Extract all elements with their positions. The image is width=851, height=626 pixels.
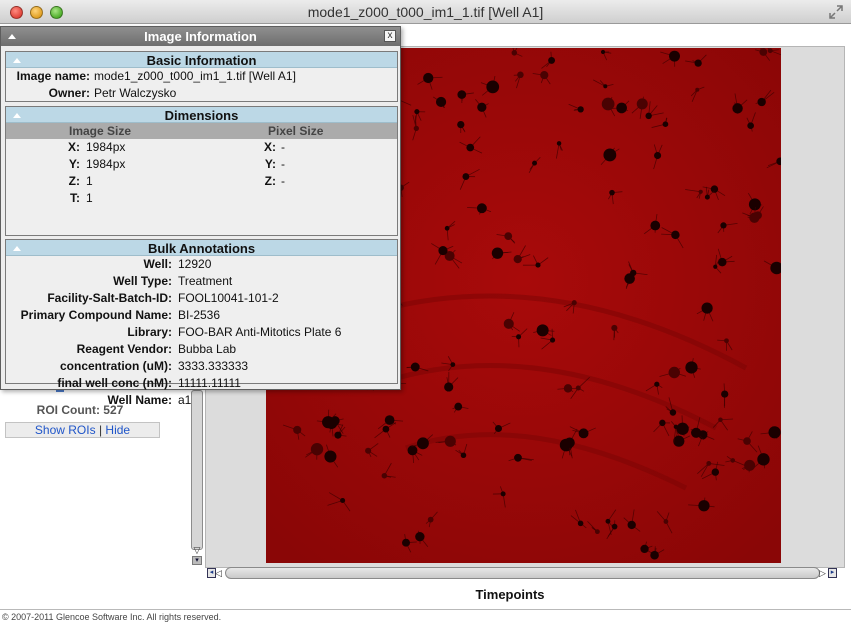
- image-name-row: Image name: mode1_z000_t000_im1_1.tif [W…: [6, 68, 397, 85]
- time-prev-icon[interactable]: ◁: [215, 568, 224, 578]
- annotation-row: Well: 12920: [6, 256, 397, 273]
- image-size-value: 1: [86, 191, 93, 205]
- dim-row: T: 1: [6, 190, 397, 207]
- annotation-label: concentration (uM):: [60, 359, 172, 373]
- section-header[interactable]: Bulk Annotations: [6, 240, 397, 256]
- annotation-label: Library:: [127, 325, 172, 339]
- panel-header[interactable]: Image Information x: [1, 27, 400, 46]
- pixel-size-header: Pixel Size: [268, 124, 324, 138]
- z-slider-step-icon[interactable]: ▾: [192, 556, 202, 565]
- pixel-size-label: Y:: [264, 157, 276, 171]
- image-size-value: 1984px: [86, 157, 126, 171]
- dimensions-column-header: Image Size Pixel Size: [6, 123, 397, 139]
- image-size-label: T:: [70, 191, 80, 205]
- annotation-value: 12920: [178, 257, 212, 271]
- image-information-panel[interactable]: Image Information x Basic Information Im…: [0, 26, 401, 407]
- image-size-label: X:: [68, 140, 80, 154]
- roi-links-bar: Show ROIs | Hide: [5, 422, 160, 438]
- image-size-value: 1: [86, 174, 93, 188]
- annotation-row: Well Name: a1: [6, 392, 397, 409]
- window-titlebar: mode1_z000_t000_im1_1.tif [Well A1]: [0, 0, 851, 24]
- timepoints-label: Timepoints: [475, 587, 545, 602]
- annotation-row: final well conc (nM): 11111.11111: [6, 375, 397, 392]
- annotation-value: a1: [178, 393, 192, 407]
- annotation-label: Reagent Vendor:: [76, 342, 172, 356]
- annotation-row: Well Type: Treatment: [6, 273, 397, 290]
- owner-row: Owner: Petr Walczysko: [6, 85, 397, 102]
- field-value: mode1_z000_t000_im1_1.tif [Well A1]: [94, 69, 296, 83]
- section-title: Bulk Annotations: [147, 241, 256, 256]
- roi-link-separator: |: [98, 423, 103, 437]
- pixel-size-value: -: [281, 174, 285, 188]
- annotation-row: Primary Compound Name: BI-2536: [6, 307, 397, 324]
- annotation-value: 3333.333333: [178, 359, 249, 373]
- image-size-header: Image Size: [69, 124, 132, 138]
- field-label: Image name:: [16, 69, 90, 83]
- field-value: Petr Walczysko: [94, 86, 177, 100]
- annotation-row: Reagent Vendor: Bubba Lab: [6, 341, 397, 358]
- annotation-value: 11111.11111: [178, 376, 241, 390]
- z-slider-down-icon[interactable]: ▽: [191, 545, 203, 555]
- panel-title: Image Information: [144, 29, 257, 44]
- z-slider-track[interactable]: [191, 390, 203, 550]
- annotation-label: Facility-Salt-Batch-ID:: [47, 291, 172, 305]
- section-header[interactable]: Basic Information: [6, 52, 397, 68]
- footer-divider: [0, 609, 851, 610]
- section-header[interactable]: Dimensions: [6, 107, 397, 123]
- annotation-label: Well Name:: [107, 393, 172, 407]
- image-size-value: 1984px: [86, 140, 126, 154]
- show-rois-link[interactable]: Show ROIs: [35, 423, 96, 437]
- bulk-annotations-section: Bulk Annotations Well: 12920 Well Type: …: [5, 239, 398, 407]
- hide-rois-link[interactable]: Hide: [105, 423, 130, 437]
- annotation-value: FOO-BAR Anti-Mitotics Plate 6: [178, 325, 342, 339]
- annotation-row: Facility-Salt-Batch-ID: FOOL10041-101-2: [6, 290, 397, 307]
- annotation-row: Library: FOO-BAR Anti-Mitotics Plate 6: [6, 324, 397, 341]
- dimensions-section: Dimensions Image Size Pixel Size X: 1984…: [5, 106, 398, 236]
- pixel-size-value: -: [281, 140, 285, 154]
- annotation-label: final well conc (nM):: [57, 376, 172, 390]
- pixel-size-label: Z:: [264, 174, 276, 188]
- time-next-icon[interactable]: ▷: [819, 568, 828, 578]
- pixel-size-value: -: [281, 157, 285, 171]
- time-slider-track[interactable]: [225, 567, 820, 579]
- dim-row: Y: 1984px Y: -: [6, 156, 397, 173]
- pixel-size-label: X:: [264, 140, 276, 154]
- annotation-value: BI-2536: [178, 308, 221, 322]
- copyright-footer: © 2007-2011 Glencoe Software Inc. All ri…: [2, 612, 222, 622]
- viewer-right-margin: [781, 48, 837, 563]
- basic-information-section: Basic Information Image name: mode1_z000…: [5, 51, 398, 102]
- annotation-label: Well Type:: [113, 274, 172, 288]
- section-title: Dimensions: [164, 108, 239, 123]
- annotation-label: Primary Compound Name:: [20, 308, 172, 322]
- fullscreen-icon[interactable]: [829, 5, 843, 19]
- image-size-label: Y:: [68, 157, 80, 171]
- close-icon[interactable]: x: [384, 30, 396, 42]
- annotation-value: FOOL10041-101-2: [178, 291, 279, 305]
- image-size-label: Z:: [68, 174, 80, 188]
- window-title: mode1_z000_t000_im1_1.tif [Well A1]: [307, 4, 544, 20]
- section-title: Basic Information: [146, 53, 257, 68]
- annotation-label: Well:: [143, 257, 172, 271]
- annotation-row: concentration (uM): 3333.333333: [6, 358, 397, 375]
- dim-row: Z: 1 Z: -: [6, 173, 397, 190]
- annotation-value: Treatment: [178, 274, 233, 288]
- time-last-icon[interactable]: ▸: [828, 568, 837, 578]
- dim-row: X: 1984px X: -: [6, 139, 397, 156]
- annotation-value: Bubba Lab: [178, 342, 237, 356]
- field-label: Owner:: [48, 86, 90, 100]
